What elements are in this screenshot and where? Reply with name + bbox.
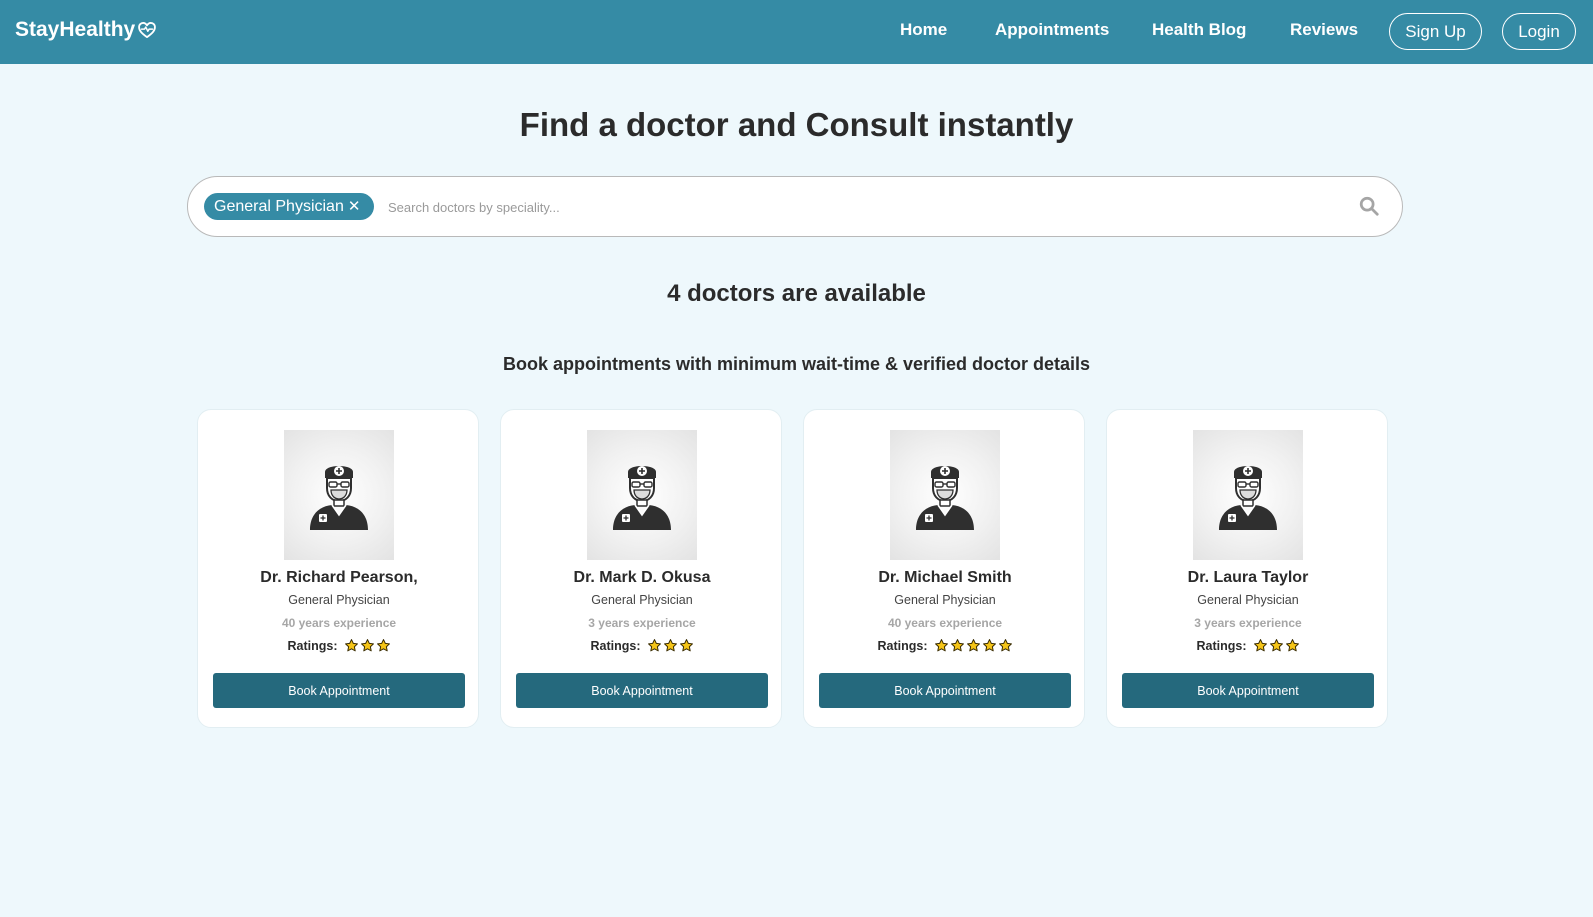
doctor-avatar — [1193, 430, 1303, 560]
doctor-avatar — [890, 430, 1000, 560]
star-icon — [1269, 639, 1283, 652]
book-appointment-button[interactable]: Book Appointment — [819, 673, 1071, 708]
rating-label: Ratings: — [877, 638, 928, 653]
doctor-avatar — [587, 430, 697, 560]
nav-appointments-link[interactable]: Appointments — [995, 20, 1109, 40]
book-appointment-button[interactable]: Book Appointment — [1122, 673, 1374, 708]
doctor-avatar — [284, 430, 394, 560]
doctor-name: Dr. Laura Taylor — [1187, 569, 1309, 586]
doctor-experience: 3 years experience — [1194, 616, 1302, 630]
rating-stars — [647, 638, 694, 653]
search-input[interactable] — [388, 193, 1288, 221]
results-subheading: Book appointments with minimum wait-time… — [502, 354, 1091, 374]
doctor-rating: Ratings: — [804, 638, 1086, 653]
sign-up-button[interactable]: Sign Up — [1389, 13, 1482, 50]
rating-label: Ratings: — [287, 638, 338, 653]
doctor-rating: Ratings: — [1107, 638, 1389, 653]
nav-health-blog-link[interactable]: Health Blog — [1152, 20, 1246, 40]
rating-label: Ratings: — [1196, 638, 1247, 653]
star-icon — [982, 639, 996, 652]
doctor-avatar-icon — [310, 466, 368, 530]
login-button[interactable]: Login — [1502, 13, 1576, 50]
nav-home-link[interactable]: Home — [900, 20, 947, 40]
chip-label: General Physician — [214, 197, 344, 215]
star-icon — [934, 639, 948, 652]
speciality-filter-chip: General Physician ✕ — [204, 193, 374, 220]
results-count: 4 doctors are available — [667, 280, 926, 307]
doctor-speciality: General Physician — [288, 593, 390, 607]
doctor-experience: 40 years experience — [887, 616, 1003, 630]
star-icon — [663, 639, 677, 652]
book-appointment-button[interactable]: Book Appointment — [516, 673, 768, 708]
close-icon[interactable]: ✕ — [348, 199, 361, 214]
nav-reviews-link[interactable]: Reviews — [1290, 20, 1358, 40]
doctor-speciality: General Physician — [591, 593, 693, 607]
doctor-avatar-icon — [1219, 466, 1277, 530]
doctor-avatar-icon — [916, 466, 974, 530]
heart-pulse-icon — [138, 22, 157, 38]
doctor-speciality: General Physician — [894, 593, 996, 607]
star-icon — [344, 639, 358, 652]
star-icon — [966, 639, 980, 652]
brand-name: StayHealthy — [15, 18, 136, 41]
star-icon — [376, 639, 390, 652]
rating-stars — [344, 638, 391, 653]
star-icon — [360, 639, 374, 652]
star-icon — [1253, 639, 1267, 652]
star-icon — [679, 639, 693, 652]
doctor-name: Dr. Richard Pearson, — [260, 569, 418, 586]
doctor-speciality: General Physician — [1197, 593, 1299, 607]
book-appointment-button[interactable]: Book Appointment — [213, 673, 465, 708]
doctor-card: Dr. Michael Smith General Physician 40 y… — [803, 409, 1085, 728]
rating-label: Ratings: — [590, 638, 641, 653]
doctor-name: Dr. Michael Smith — [878, 569, 1012, 586]
rating-stars — [934, 638, 1013, 653]
star-icon — [950, 639, 964, 652]
doctor-experience: 40 years experience — [281, 616, 397, 630]
doctor-card: Dr. Richard Pearson, General Physician 4… — [197, 409, 479, 728]
star-icon — [998, 639, 1012, 652]
search-icon[interactable] — [1358, 195, 1380, 217]
navbar: StayHealthy Home Appointments Health Blo… — [0, 0, 1593, 64]
rating-stars — [1253, 638, 1300, 653]
doctor-experience: 3 years experience — [588, 616, 696, 630]
search-bar: General Physician ✕ — [187, 176, 1403, 237]
doctor-card: Dr. Mark D. Okusa General Physician 3 ye… — [500, 409, 782, 728]
doctor-name: Dr. Mark D. Okusa — [573, 569, 711, 586]
page-title: Find a doctor and Consult instantly — [519, 106, 1074, 143]
doctor-rating: Ratings: — [198, 638, 480, 653]
brand-logo[interactable]: StayHealthy — [15, 18, 157, 42]
doctor-avatar-icon — [613, 466, 671, 530]
doctor-card: Dr. Laura Taylor General Physician 3 yea… — [1106, 409, 1388, 728]
star-icon — [647, 639, 661, 652]
star-icon — [1285, 639, 1299, 652]
doctor-rating: Ratings: — [501, 638, 783, 653]
